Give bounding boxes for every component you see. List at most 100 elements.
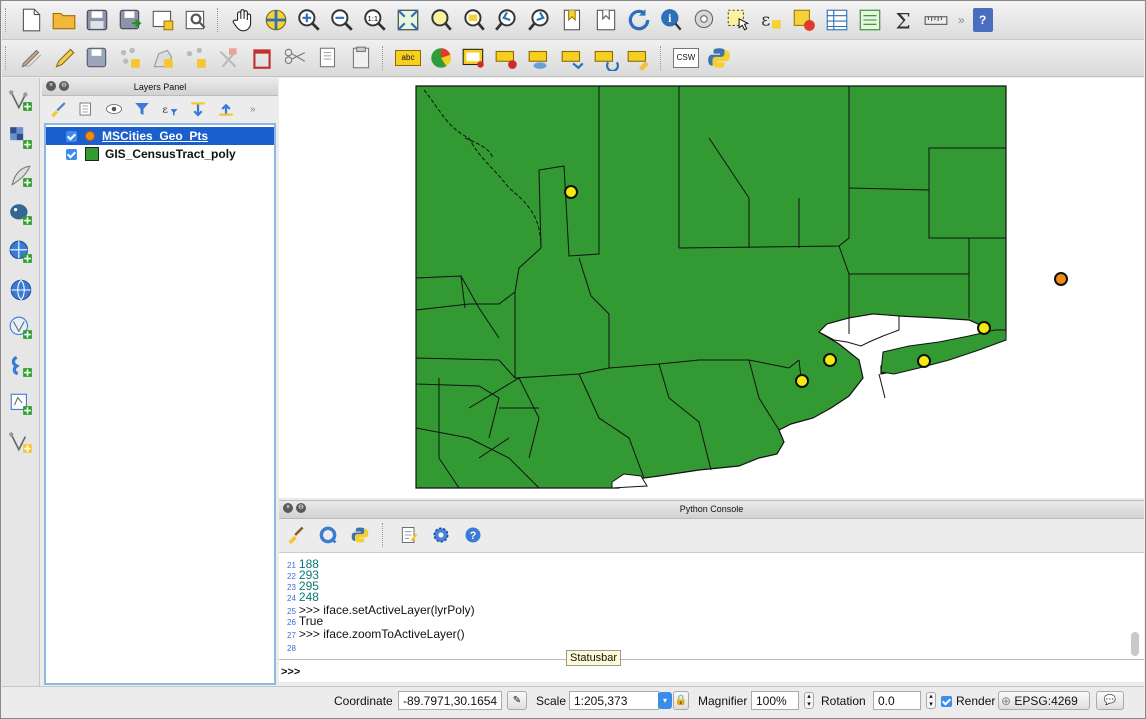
new-spatialite-layer-icon[interactable]	[5, 426, 37, 458]
layer-visibility-checkbox[interactable]	[66, 130, 77, 142]
zoom-native-icon[interactable]: 1:1	[360, 5, 390, 35]
clear-console-icon[interactable]	[283, 522, 309, 548]
save-project-icon[interactable]	[82, 5, 112, 35]
new-project-icon[interactable]	[16, 5, 46, 35]
zoom-in-icon[interactable]	[294, 5, 324, 35]
add-wfs-layer-icon[interactable]	[5, 312, 37, 344]
layer-labeling-icon[interactable]: abc	[393, 43, 423, 73]
copy-features-icon[interactable]	[280, 43, 310, 73]
attribute-table-icon[interactable]	[822, 5, 852, 35]
help-icon[interactable]: ?	[460, 522, 486, 548]
city-point-offmap[interactable]	[1054, 272, 1068, 286]
node-tool-icon[interactable]	[181, 43, 211, 73]
current-edits-icon[interactable]	[16, 43, 46, 73]
expand-all-icon[interactable]	[186, 97, 210, 121]
deselect-icon[interactable]	[789, 5, 819, 35]
messages-icon[interactable]: 💬	[1096, 691, 1124, 710]
python-console-icon[interactable]	[704, 43, 734, 73]
new-bookmark-icon[interactable]	[558, 5, 588, 35]
refresh-icon[interactable]	[624, 5, 654, 35]
new-print-composer-icon[interactable]	[148, 5, 178, 35]
float-icon[interactable]: ⊖	[296, 503, 306, 513]
add-wms-layer-icon[interactable]	[5, 274, 37, 306]
python-console-output[interactable]: 21 188 22 293 23 295 24 248 25 >>> iface.setA…	[279, 552, 1144, 659]
census-tract-polygons[interactable]	[415, 85, 1007, 489]
city-point[interactable]	[823, 353, 837, 367]
coastal-island[interactable]	[880, 329, 1007, 375]
layer-item-censustract[interactable]: GIS_CensusTract_poly	[46, 145, 274, 163]
label-properties-icon[interactable]	[624, 43, 654, 73]
save-as-icon[interactable]	[115, 5, 145, 35]
zoom-out-icon[interactable]	[327, 5, 357, 35]
close-icon[interactable]: ×	[283, 503, 293, 513]
rotate-label-icon[interactable]	[558, 43, 588, 73]
label-tool-icon[interactable]	[346, 43, 376, 73]
overflow-icon[interactable]: »	[958, 13, 965, 27]
select-by-expression-icon[interactable]: ε	[756, 5, 786, 35]
field-calculator-icon[interactable]	[855, 5, 885, 35]
open-project-icon[interactable]	[49, 5, 79, 35]
city-point[interactable]	[564, 185, 578, 199]
filter-expression-icon[interactable]: ε	[158, 97, 182, 121]
toolbar-grip[interactable]	[5, 8, 10, 32]
console-scrollbar[interactable]	[1131, 632, 1139, 656]
composer-manager-icon[interactable]	[181, 5, 211, 35]
toolbar-grip[interactable]	[5, 46, 10, 70]
add-vector-layer-icon[interactable]	[5, 84, 37, 116]
scale-combobox[interactable]: 1:205,373	[569, 691, 659, 710]
toolbar-grip[interactable]	[217, 8, 222, 32]
style-manager-icon[interactable]	[46, 97, 70, 121]
zoom-last-icon[interactable]	[492, 5, 522, 35]
add-delimited-text-icon[interactable]	[5, 160, 37, 192]
python-icon[interactable]	[347, 522, 373, 548]
close-icon[interactable]: ×	[46, 81, 56, 91]
layer-item-mscities[interactable]: MSCities_Geo_Pts	[46, 127, 274, 145]
layers-panel-titlebar[interactable]: × ⊖ Layers Panel	[42, 79, 278, 96]
layers-tree[interactable]: MSCities_Geo_Pts GIS_CensusTract_poly	[44, 123, 276, 685]
manage-visibility-icon[interactable]	[102, 97, 126, 121]
change-label-icon[interactable]	[591, 43, 621, 73]
options-gear-icon[interactable]	[428, 522, 454, 548]
save-edits-icon[interactable]	[82, 43, 112, 73]
diagram-icon[interactable]	[426, 43, 456, 73]
layer-visibility-checkbox[interactable]	[66, 148, 77, 160]
add-spatialite-layer-icon[interactable]	[5, 236, 37, 268]
python-console-titlebar[interactable]: × ⊖ Python Console	[279, 500, 1144, 519]
show-bookmarks-icon[interactable]	[591, 5, 621, 35]
pan-hand-icon[interactable]	[228, 5, 258, 35]
editor-icon[interactable]	[396, 522, 422, 548]
collapse-all-icon[interactable]	[214, 97, 238, 121]
toggle-editing-icon[interactable]	[49, 43, 79, 73]
add-virtual-layer-icon[interactable]	[5, 350, 37, 382]
python-console-input[interactable]: >>>	[279, 659, 1144, 682]
city-point[interactable]	[917, 354, 931, 368]
move-feature-icon[interactable]	[148, 43, 178, 73]
magnifier-field[interactable]: 100%	[751, 691, 799, 710]
city-point[interactable]	[977, 321, 991, 335]
paste-features-icon[interactable]	[313, 43, 343, 73]
move-label-icon[interactable]	[525, 43, 555, 73]
cut-features-icon[interactable]	[247, 43, 277, 73]
zoom-next-icon[interactable]	[525, 5, 555, 35]
add-group-icon[interactable]	[74, 97, 98, 121]
zoom-to-layer-icon[interactable]	[459, 5, 489, 35]
coordinate-field[interactable]: -89.7971,30.1654	[398, 691, 502, 710]
chevron-down-icon[interactable]: ▾	[658, 692, 672, 709]
add-raster-layer-icon[interactable]	[5, 122, 37, 154]
render-checkbox[interactable]	[941, 696, 952, 707]
crs-button[interactable]: ⊕ EPSG:4269	[998, 691, 1090, 710]
select-features-icon[interactable]	[723, 5, 753, 35]
toggle-extents-icon[interactable]: ✎	[507, 691, 527, 710]
pin-labels-icon[interactable]	[459, 43, 489, 73]
statistical-summary-icon[interactable]: Σ	[888, 5, 918, 35]
rotation-field[interactable]: 0.0	[873, 691, 921, 710]
show-hide-labels-icon[interactable]	[492, 43, 522, 73]
pan-to-selection-icon[interactable]	[261, 5, 291, 35]
run-action-icon[interactable]	[690, 5, 720, 35]
rotation-spinner[interactable]: ▴ ▾	[926, 692, 936, 709]
zoom-to-selection-icon[interactable]	[426, 5, 456, 35]
filter-legend-icon[interactable]	[130, 97, 154, 121]
magnifier-spinner[interactable]: ▴ ▾	[804, 692, 814, 709]
map-render[interactable]	[279, 78, 1144, 498]
overflow-icon[interactable]: »	[250, 104, 256, 115]
